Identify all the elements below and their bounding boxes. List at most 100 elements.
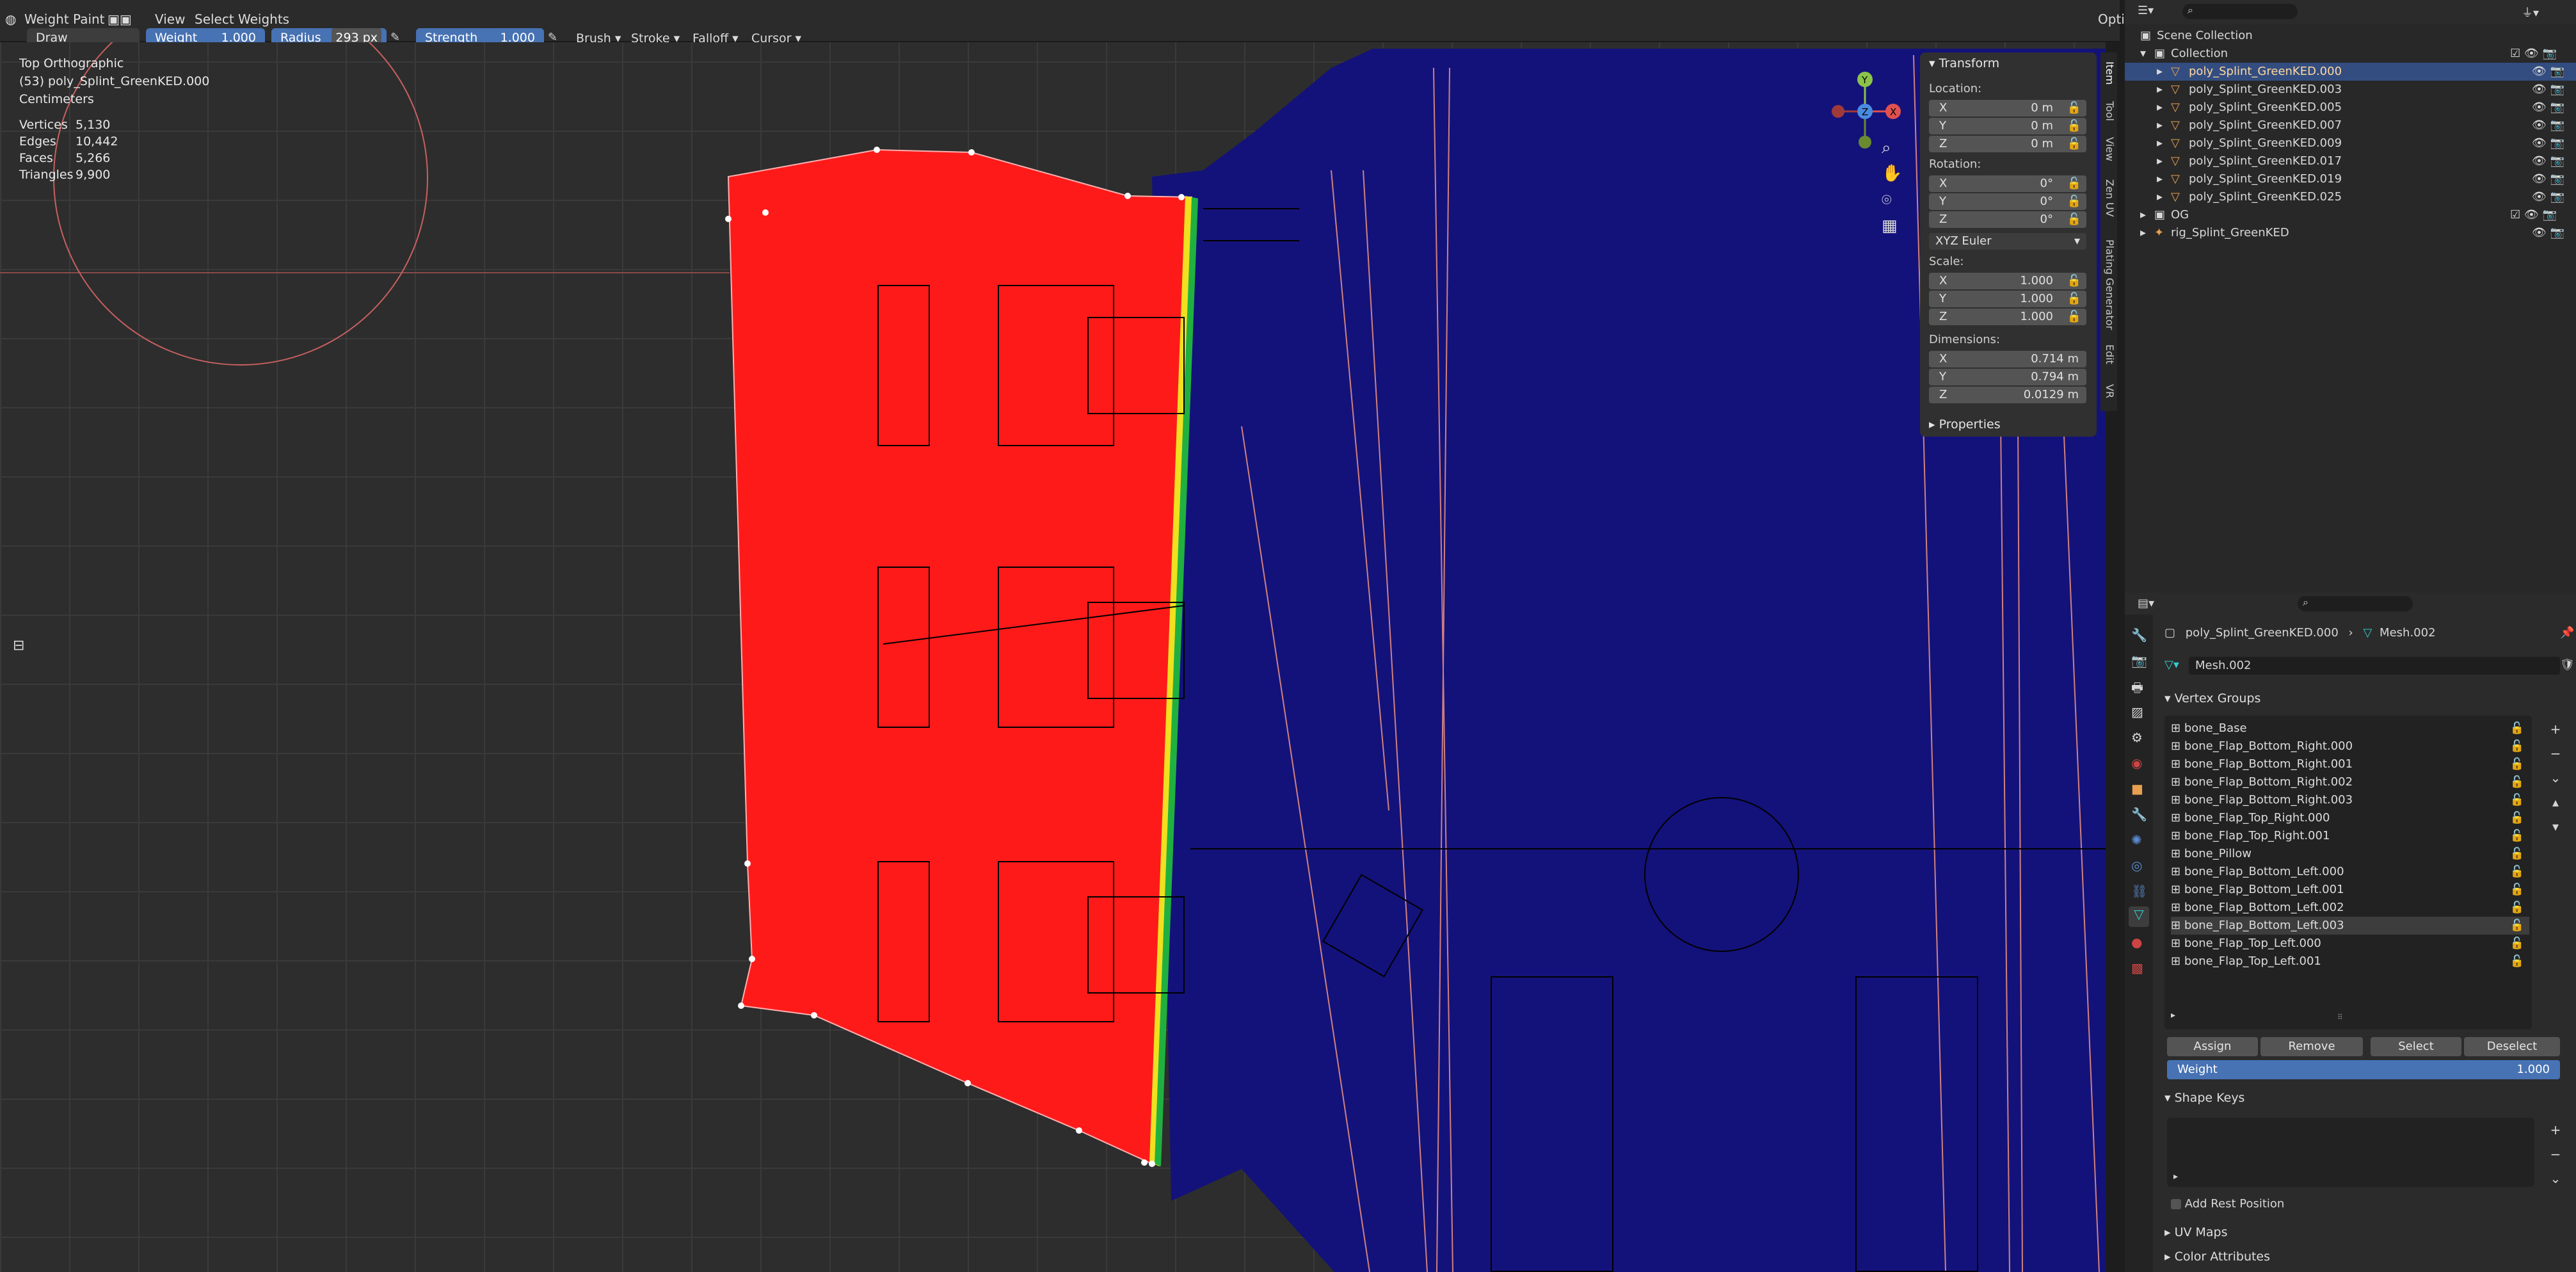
properties-subpanel-header[interactable]: ▸ Properties [1929, 417, 2001, 431]
lock-icon[interactable]: 🔓 [2510, 755, 2524, 773]
location-x-field[interactable]: X 0 m 🔓 [1929, 100, 2086, 117]
list-filter-toggle-icon[interactable]: ▸ [2171, 1010, 2175, 1020]
outliner-object-row[interactable]: ▸ ▽ poly_Splint_GreenKED.025 👁 📷 [2125, 188, 2576, 206]
lock-icon[interactable]: 🔓 [2510, 720, 2524, 737]
list-item[interactable]: ⊞ bone_Flap_Bottom_Right.003 🔓 [2171, 791, 2529, 809]
lock-icon[interactable]: 🔓 [2067, 118, 2081, 134]
scale-x-field[interactable]: X 1.000 🔓 [1929, 273, 2086, 289]
toolbar-toggle-icon[interactable]: ⊟ [13, 638, 24, 654]
expand-icon[interactable]: ▸ [2157, 188, 2163, 206]
lock-icon[interactable]: 🔓 [2067, 309, 2081, 325]
lock-icon[interactable]: 🔓 [2067, 100, 2081, 117]
lock-icon[interactable]: 🔓 [2510, 791, 2524, 809]
outliner-rig-row[interactable]: ▸ ✦ rig_Splint_GreenKED 👁 📷 [2125, 224, 2576, 242]
grid-icon[interactable]: ▦ [1882, 216, 1898, 236]
add-shape-key-button[interactable]: + [2546, 1118, 2565, 1142]
vertex-groups-list[interactable]: ⊞ bone_Base 🔓 ⊞ bone_Flap_Bottom_Right.00… [2164, 716, 2532, 1029]
fake-user-icon[interactable]: 🛡 [2560, 658, 2575, 672]
list-item[interactable]: ⊞ bone_Flap_Bottom_Right.002 🔓 [2171, 773, 2529, 791]
expand-icon[interactable]: ▸ [2140, 206, 2146, 224]
properties-search-input[interactable]: ⌕ [2298, 596, 2413, 611]
expand-icon[interactable]: ▸ [2157, 81, 2163, 99]
outliner-search-input[interactable]: ⌕ [2182, 4, 2298, 19]
select-button[interactable]: Select [2371, 1037, 2461, 1056]
list-item[interactable]: ⊞ bone_Base 🔓 [2171, 720, 2529, 737]
color-attributes-header[interactable]: ▸ Color Attributes [2164, 1250, 2270, 1264]
object-tab-icon[interactable]: ■ [2131, 781, 2143, 796]
checkbox-box[interactable] [2171, 1199, 2181, 1209]
particles-tab-icon[interactable]: ✺ [2131, 832, 2142, 848]
resize-handle-icon[interactable]: ⠿ [2337, 1013, 2343, 1022]
remove-shape-key-button[interactable]: − [2546, 1142, 2565, 1166]
lock-icon[interactable]: 🔓 [2510, 953, 2524, 970]
visibility-icons[interactable]: ☑ 👁 📷 [2510, 45, 2557, 63]
tab-item[interactable]: Item [2102, 61, 2116, 85]
add-group-button[interactable]: + [2546, 717, 2565, 741]
lock-icon[interactable]: 🔓 [2510, 809, 2524, 827]
tool-tab-icon[interactable]: 🔧 [2131, 627, 2147, 643]
expand-icon[interactable]: ▸ [2140, 224, 2146, 242]
visibility-icons[interactable]: 👁 📷 [2532, 63, 2564, 81]
assign-button[interactable]: Assign [2167, 1037, 2258, 1056]
camera-icon[interactable]: ⌾ [1882, 191, 1892, 211]
location-y-field[interactable]: Y 0 m 🔓 [1929, 118, 2086, 134]
outliner-object-row[interactable]: ▸ ▽ poly_Splint_GreenKED.007 👁 📷 [2125, 117, 2576, 134]
outliner-scene-collection[interactable]: ▣ Scene Collection [2125, 27, 2576, 45]
material-tab-icon[interactable]: ● [2131, 935, 2142, 950]
tab-vr[interactable]: VR [2102, 384, 2116, 398]
lock-icon[interactable]: 🔓 [2067, 193, 2081, 210]
outliner-object-row[interactable]: ▸ ▽ poly_Splint_GreenKED.009 👁 📷 [2125, 134, 2576, 152]
lock-icon[interactable]: 🔓 [2067, 273, 2081, 289]
rotation-x-field[interactable]: X 0° 🔓 [1929, 175, 2086, 192]
lock-icon[interactable]: 🔓 [2510, 773, 2524, 791]
list-item[interactable]: ⊞ bone_Flap_Top_Right.000 🔓 [2171, 809, 2529, 827]
lock-icon[interactable]: 🔓 [2067, 175, 2081, 192]
pin-icon[interactable]: 📌 [2560, 626, 2574, 640]
expand-icon[interactable]: ▸ [2157, 152, 2163, 170]
list-item[interactable]: ⊞ bone_Flap_Bottom_Right.000 🔓 [2171, 737, 2529, 755]
3d-viewport[interactable]: Top Orthographic (53) poly_Splint_GreenK… [0, 42, 2106, 1272]
list-item-selected[interactable]: ⊞ bone_Flap_Bottom_Left.003 🔓 [2171, 917, 2529, 935]
transform-header[interactable]: ▾ Transform [1929, 56, 1999, 70]
add-rest-position-checkbox[interactable]: Add Rest Position [2171, 1197, 2284, 1211]
list-item[interactable]: ⊞ bone_Flap_Bottom_Left.001 🔓 [2171, 881, 2529, 899]
pan-hand-icon[interactable]: ✋ [1882, 164, 1902, 183]
tab-zen-uv[interactable]: Zen UV [2102, 179, 2116, 217]
display-mode-icon[interactable]: ☰▾ [2138, 4, 2154, 17]
list-filter-toggle-icon[interactable]: ▸ [2173, 1171, 2178, 1182]
outliner-object-row[interactable]: ▸ ▽ poly_Splint_GreenKED.019 👁 📷 [2125, 170, 2576, 188]
outliner-object-row[interactable]: ▸ ▽ poly_Splint_GreenKED.003 👁 📷 [2125, 81, 2576, 99]
editor-type-icon[interactable]: ◍ [5, 6, 16, 32]
move-up-button[interactable]: ▴ [2546, 790, 2565, 814]
lock-icon[interactable]: 🔓 [2067, 211, 2081, 228]
lock-icon[interactable]: 🔓 [2067, 136, 2081, 152]
remove-group-button[interactable]: − [2546, 741, 2565, 766]
rotation-z-field[interactable]: Z 0° 🔓 [1929, 211, 2086, 228]
vertex-groups-header[interactable]: ▾ Vertex Groups [2164, 691, 2260, 705]
mesh-browse-icon[interactable]: ▽▾ [2164, 658, 2179, 672]
visibility-icons[interactable]: ☑ 👁 📷 [2510, 206, 2557, 224]
expand-icon[interactable]: ▸ [2157, 99, 2163, 117]
lock-icon[interactable]: 🔓 [2510, 881, 2524, 899]
expand-icon[interactable]: ▸ [2157, 170, 2163, 188]
list-item[interactable]: ⊞ bone_Flap_Top_Right.001 🔓 [2171, 827, 2529, 845]
expand-icon[interactable]: ▸ [2157, 117, 2163, 134]
list-item[interactable]: ⊞ bone_Flap_Bottom_Left.002 🔓 [2171, 899, 2529, 917]
deselect-button[interactable]: Deselect [2464, 1037, 2560, 1056]
outliner-object-row[interactable]: ▸ ▽ poly_Splint_GreenKED.005 👁 📷 [2125, 99, 2576, 117]
dimension-z-field[interactable]: Z 0.0129 m [1929, 387, 2086, 403]
lock-icon[interactable]: 🔓 [2510, 935, 2524, 953]
expand-icon[interactable]: ▸ [2157, 134, 2163, 152]
lock-icon[interactable]: 🔓 [2510, 845, 2524, 863]
remove-button[interactable]: Remove [2260, 1037, 2363, 1056]
shape-key-specials-icon[interactable]: ⌄ [2546, 1166, 2565, 1191]
filter-icon[interactable]: ⏚▾ [2522, 4, 2539, 20]
outliner-collection[interactable]: ▾ ▣ Collection ☑ 👁 📷 [2125, 45, 2576, 63]
mesh-name-field[interactable]: Mesh.002 [2189, 657, 2560, 675]
dimension-y-field[interactable]: Y 0.794 m [1929, 369, 2086, 385]
tab-edit[interactable]: Edit [2102, 344, 2116, 364]
editor-type-icon[interactable]: ▤▾ [2138, 597, 2154, 610]
rotation-y-field[interactable]: Y 0° 🔓 [1929, 193, 2086, 210]
tab-plating-generator[interactable]: Plating Generator [2102, 239, 2116, 330]
tab-tool[interactable]: Tool [2102, 101, 2116, 121]
